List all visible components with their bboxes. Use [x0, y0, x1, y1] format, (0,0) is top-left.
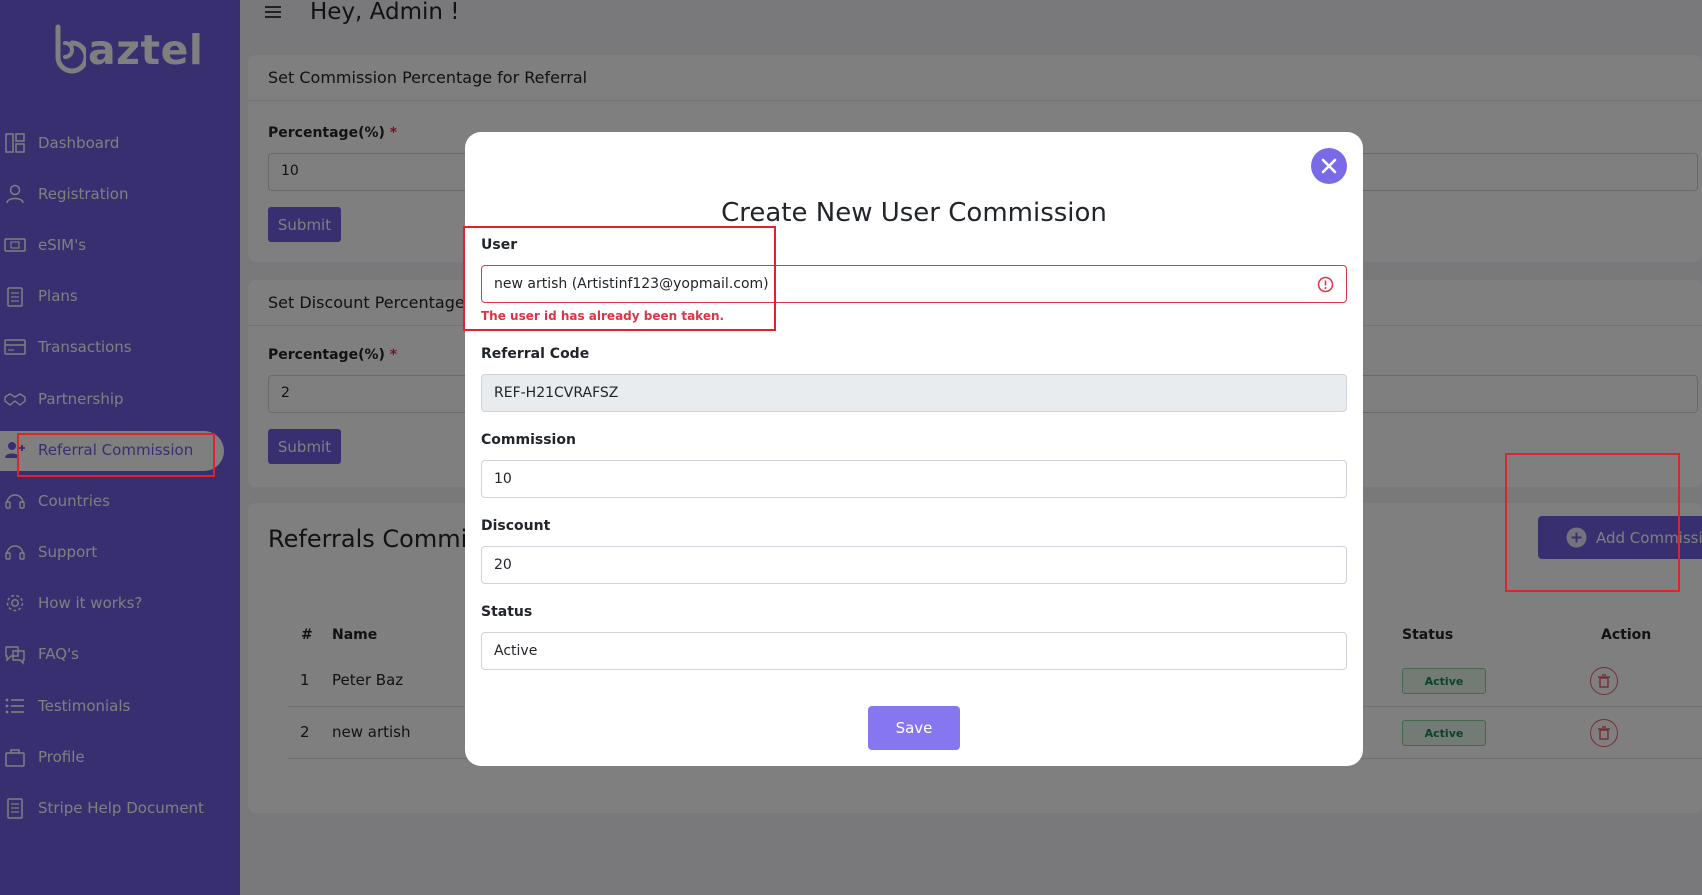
discount-label: Discount [481, 518, 551, 534]
error-icon [1317, 276, 1334, 293]
discount-input[interactable]: 20 [481, 546, 1347, 584]
close-icon [1321, 158, 1337, 174]
referral-code-input[interactable]: REF-H21CVRAFSZ [481, 374, 1347, 412]
save-button[interactable]: Save [868, 706, 960, 750]
user-error-message: The user id has already been taken. [481, 309, 725, 323]
referral-code-label: Referral Code [481, 346, 590, 362]
commission-input[interactable]: 10 [481, 460, 1347, 498]
commission-label: Commission [481, 432, 576, 448]
user-value: new artish (Artistinf123@yopmail.com) [494, 276, 769, 292]
user-label: User [481, 237, 518, 253]
status-label: Status [481, 604, 533, 620]
create-commission-modal: Create New User Commission User new arti… [465, 132, 1363, 766]
close-button[interactable] [1311, 148, 1347, 184]
user-select[interactable]: new artish (Artistinf123@yopmail.com) [481, 265, 1347, 303]
status-select[interactable]: Active [481, 632, 1347, 670]
modal-title: Create New User Commission [721, 198, 1107, 228]
